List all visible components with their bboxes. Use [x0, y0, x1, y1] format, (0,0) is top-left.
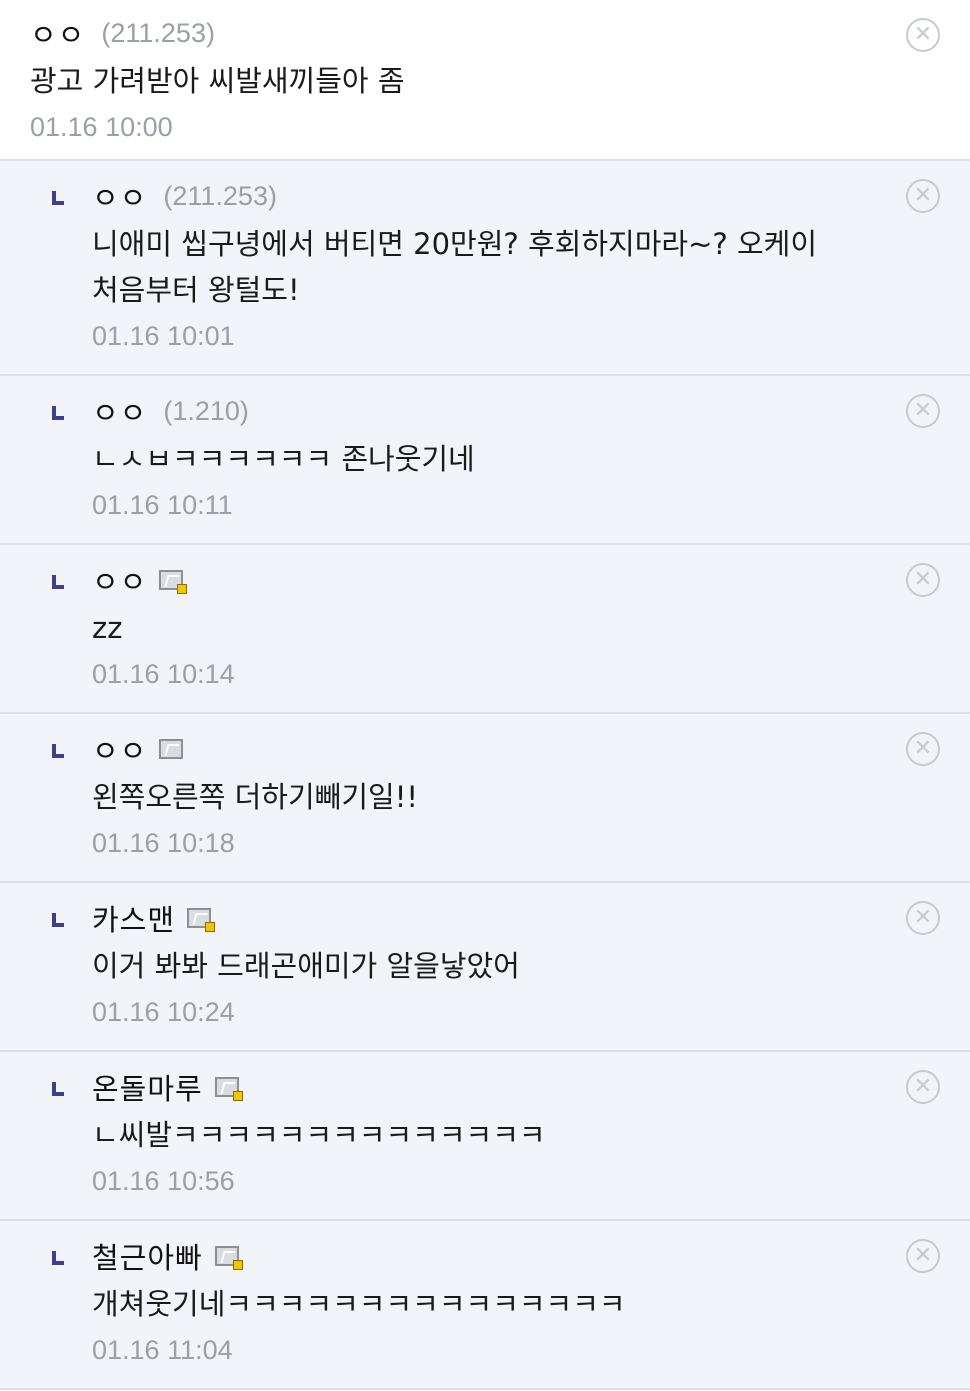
comment-nickname[interactable]: ㅇㅇ: [92, 559, 147, 601]
reply-arrow-icon: [52, 1251, 64, 1265]
comment-text: zz: [92, 611, 123, 645]
close-circle-icon[interactable]: ✕: [906, 179, 940, 213]
reply-arrow-icon: [52, 575, 64, 589]
comment-text: 왼쪽오른쪽 더하기빼기일!!: [92, 780, 418, 814]
close-circle-icon[interactable]: ✕: [906, 1239, 940, 1273]
comment-nickname[interactable]: ㅇㅇ: [92, 175, 147, 217]
comment-time: 01.16 10:11: [92, 490, 233, 520]
fixed-nick-icon: [159, 739, 184, 759]
fixed-nick-icon: [159, 570, 188, 594]
reply-comment: ㅇㅇ 왼쪽오른쪽 더하기빼기일!! 01.16 10:18 ✕: [0, 714, 970, 883]
comment-nickname[interactable]: ㅇㅇ: [92, 728, 147, 770]
comment-nickname[interactable]: ㅇㅇ: [30, 12, 85, 54]
reply-comment: 온돌마루 ㄴ씨발ㅋㅋㅋㅋㅋㅋㅋㅋㅋㅋㅋㅋㅋㅋ 01.16 10:56 ✕: [0, 1052, 970, 1221]
reply-arrow-icon: [52, 744, 64, 758]
close-circle-icon[interactable]: ✕: [906, 563, 940, 597]
reply-comment: ㅇㅇ zz 01.16 10:14 ✕: [0, 545, 970, 714]
comment-nickname[interactable]: 철근아빠: [92, 1235, 203, 1277]
comment-thread: ㅇㅇ (211.253) 광고 가려받아 씨발새끼들아 좀 01.16 10:0…: [0, 0, 970, 1390]
comment-header: 온돌마루: [92, 1066, 890, 1108]
reply-comment: 카스맨 이거 봐봐 드래곤애미가 알을낳았어 01.16 10:24 ✕: [0, 883, 970, 1052]
comment-time: 01.16 10:24: [92, 997, 235, 1027]
fixed-nick-icon: [214, 1077, 243, 1101]
comment-time: 01.16 10:18: [92, 828, 235, 858]
comment-header: ㅇㅇ: [92, 559, 890, 601]
reply-arrow-icon: [52, 406, 64, 420]
comment-ip: (1.210): [163, 395, 249, 426]
close-circle-icon[interactable]: ✕: [906, 18, 940, 52]
reply-arrow-icon: [52, 913, 64, 927]
fixed-nick-icon: [187, 908, 216, 932]
comment-time: 01.16 10:56: [92, 1166, 235, 1196]
comment-text: 이거 봐봐 드래곤애미가 알을낳았어: [92, 949, 520, 983]
fixed-nick-icon: [214, 1246, 243, 1270]
comment: ㅇㅇ (211.253) 광고 가려받아 씨발새끼들아 좀 01.16 10:0…: [0, 0, 970, 161]
comment-nickname[interactable]: 카스맨: [92, 897, 175, 939]
comment-text: 니애미 씹구녕에서 버티면 20만원? 후회하지마라~? 오케이 처음부터 왕털…: [92, 227, 818, 307]
comment-time: 01.16 10:01: [92, 321, 235, 351]
close-circle-icon[interactable]: ✕: [906, 901, 940, 935]
close-circle-icon[interactable]: ✕: [906, 394, 940, 428]
reply-comment: ㅇㅇ (211.253) 니애미 씹구녕에서 버티면 20만원? 후회하지마라~…: [0, 161, 970, 376]
comment-ip: (211.253): [101, 17, 215, 48]
comment-header: ㅇㅇ: [92, 728, 890, 770]
comment-header: ㅇㅇ (1.210): [92, 390, 890, 432]
reply-comment: ㅇㅇ (1.210) ㄴㅅㅂㅋㅋㅋㅋㅋㅋ 존나웃기네 01.16 10:11 ✕: [0, 376, 970, 545]
reply-arrow-icon: [52, 191, 64, 205]
comment-ip: (211.253): [163, 180, 277, 211]
comment-nickname[interactable]: 온돌마루: [92, 1066, 203, 1108]
comment-time: 01.16 10:00: [30, 112, 173, 142]
comment-header: ㅇㅇ (211.253): [92, 175, 890, 217]
comment-text: 광고 가려받아 씨발새끼들아 좀: [30, 64, 405, 98]
close-circle-icon[interactable]: ✕: [906, 732, 940, 766]
comment-time: 01.16 10:14: [92, 659, 235, 689]
comment-nickname[interactable]: ㅇㅇ: [92, 390, 147, 432]
comment-header: 철근아빠: [92, 1235, 890, 1277]
comment-text: ㄴㅅㅂㅋㅋㅋㅋㅋㅋ 존나웃기네: [92, 442, 475, 476]
comment-text: ㄴ씨발ㅋㅋㅋㅋㅋㅋㅋㅋㅋㅋㅋㅋㅋㅋ: [92, 1118, 546, 1152]
comment-time: 01.16 11:04: [92, 1335, 233, 1365]
reply-arrow-icon: [52, 1082, 64, 1096]
comment-header: ㅇㅇ (211.253): [30, 12, 890, 54]
comment-text: 개쳐웃기네ㅋㅋㅋㅋㅋㅋㅋㅋㅋㅋㅋㅋㅋㅋㅋ: [92, 1287, 626, 1321]
close-circle-icon[interactable]: ✕: [906, 1070, 940, 1104]
comment-header: 카스맨: [92, 897, 890, 939]
reply-comment: 철근아빠 개쳐웃기네ㅋㅋㅋㅋㅋㅋㅋㅋㅋㅋㅋㅋㅋㅋㅋ 01.16 11:04 ✕: [0, 1221, 970, 1390]
